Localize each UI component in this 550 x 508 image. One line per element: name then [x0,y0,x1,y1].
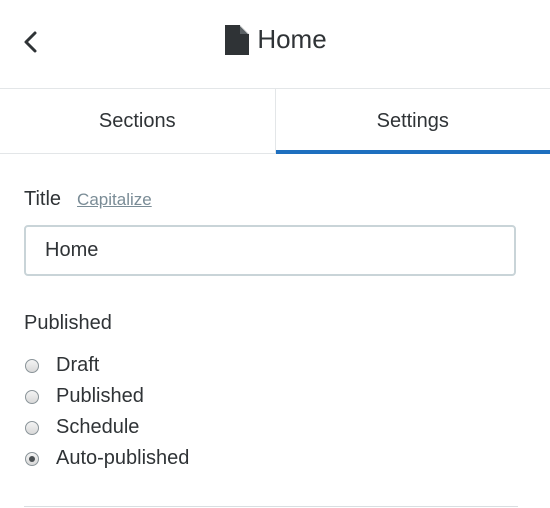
radio-label-schedule: Schedule [56,416,140,438]
radio-button[interactable] [25,389,39,404]
publish-status-radio-group: Draft Published Schedule Auto-published [24,350,189,474]
radio-option-auto-published[interactable]: Auto-published [24,443,189,474]
tab-sections[interactable]: Sections [0,89,275,153]
radio-option-schedule[interactable]: Schedule [24,412,189,443]
page-title: Home [257,24,327,54]
radio-label-draft: Draft [56,354,100,376]
radio-button[interactable] [25,420,39,435]
radio-label-auto-published: Auto-published [56,447,190,469]
tab-settings[interactable]: Settings [274,89,550,154]
published-label: Published [24,312,112,334]
capitalize-link[interactable]: Capitalize [77,190,152,210]
radio-label-published: Published [56,385,144,407]
radio-option-draft[interactable]: Draft [24,350,189,381]
title-label: Title [24,188,62,210]
radio-option-published[interactable]: Published [24,381,189,412]
title-input[interactable] [24,225,516,276]
radio-button[interactable] [25,358,39,373]
tab-bar: Sections Settings [0,89,550,154]
radio-button-selected[interactable] [25,451,39,466]
document-icon [225,24,250,55]
title-label-row: Title Capitalize [24,188,152,211]
page-title-group: Home [0,24,550,55]
page-header: Home [0,0,550,89]
divider [24,506,518,507]
